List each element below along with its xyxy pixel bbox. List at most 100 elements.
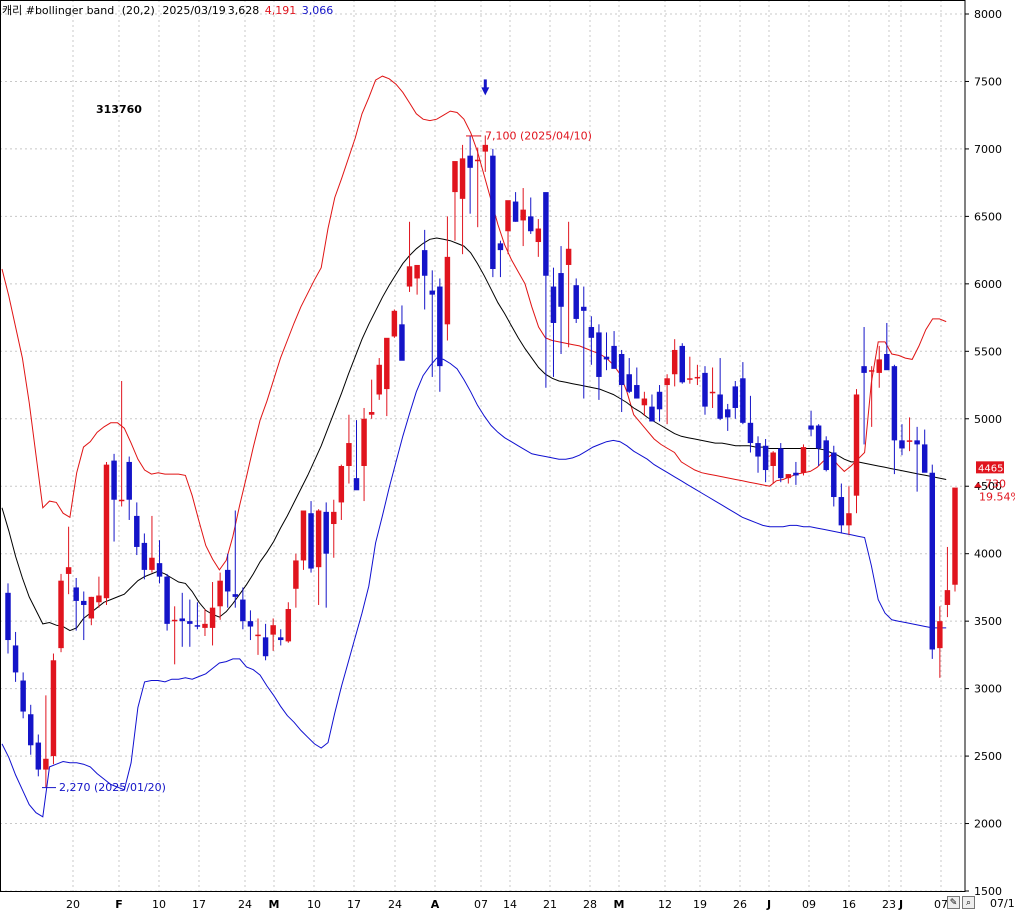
candle-body bbox=[247, 621, 254, 627]
candle-body bbox=[611, 345, 617, 369]
candle-body bbox=[406, 266, 413, 287]
high-label: 7,100 (2025/04/10) bbox=[485, 129, 592, 142]
x-tick-label: M bbox=[614, 898, 625, 911]
candle-body bbox=[232, 594, 239, 597]
candle-body bbox=[452, 161, 458, 193]
candle-body bbox=[73, 587, 79, 601]
candle-body bbox=[285, 609, 292, 642]
candle-body bbox=[315, 510, 322, 568]
candle-body bbox=[740, 378, 746, 423]
candle-body bbox=[384, 337, 390, 390]
zoom-icon[interactable]: ⌕ bbox=[962, 896, 975, 909]
legend-mid: 3,628 bbox=[227, 4, 260, 17]
candle-body bbox=[702, 372, 708, 407]
candle-body bbox=[952, 487, 958, 585]
y-tick-label: 7000 bbox=[974, 143, 1002, 156]
candle-body bbox=[209, 607, 216, 628]
candle-body bbox=[709, 391, 716, 394]
candle-body bbox=[338, 465, 345, 503]
candle-body bbox=[50, 660, 57, 757]
candle-body bbox=[103, 464, 110, 599]
x-tick-label: 09 bbox=[802, 898, 816, 911]
chart-legend: 캐리 #bollinger band (20,2) 2025/03/19 3,62… bbox=[2, 2, 337, 18]
indicator-name: 캐리 #bollinger band bbox=[2, 4, 115, 17]
x-tick-label: 07 bbox=[934, 898, 948, 911]
candle-body bbox=[626, 374, 632, 392]
x-tick-label: 21 bbox=[543, 898, 557, 911]
candle-body bbox=[111, 460, 117, 500]
candle-body bbox=[512, 201, 519, 222]
y-tick-label: 3500 bbox=[974, 615, 1002, 628]
last-price: 4465 bbox=[978, 463, 1003, 474]
x-tick-label: J bbox=[766, 898, 771, 911]
candle-body bbox=[5, 592, 11, 641]
candle-body bbox=[134, 515, 140, 547]
candle-body bbox=[747, 422, 754, 444]
candle-body bbox=[346, 443, 352, 466]
y-tick-label: 2000 bbox=[974, 818, 1002, 831]
stock-code: 313760 bbox=[96, 103, 142, 116]
y-tick-label: 8000 bbox=[974, 8, 1002, 21]
candle-body bbox=[187, 621, 193, 624]
candle-body bbox=[717, 394, 723, 419]
last-change: 730 bbox=[985, 477, 1006, 490]
candle-body bbox=[81, 600, 87, 605]
candle-body bbox=[891, 366, 898, 441]
candle-body bbox=[376, 364, 382, 395]
candle-body bbox=[831, 452, 837, 498]
y-tick-label: 5500 bbox=[974, 345, 1002, 358]
candle-body bbox=[921, 444, 928, 473]
x-tick-label: 14 bbox=[503, 898, 517, 911]
annotations: 7,100 (2025/04/10) 2,270 (2025/01/20) 4465… bbox=[42, 79, 1015, 794]
candle-body bbox=[459, 158, 466, 199]
candle-body bbox=[535, 228, 542, 243]
candle-body bbox=[58, 580, 64, 649]
upper-band-line bbox=[1, 75, 947, 571]
candle-body bbox=[929, 472, 935, 650]
candle-body bbox=[65, 567, 72, 574]
high-marker-stem bbox=[483, 79, 487, 89]
x-tick-label: 10 bbox=[152, 898, 166, 911]
candle-body bbox=[118, 499, 125, 502]
candle-body bbox=[671, 349, 678, 375]
candle-body bbox=[368, 412, 375, 415]
x-tick-label: 19 bbox=[693, 898, 707, 911]
chart-tools: ✎ ⌕ bbox=[947, 896, 975, 909]
y-tick-label: 7500 bbox=[974, 75, 1002, 88]
candle-body bbox=[20, 680, 26, 712]
candle-body bbox=[755, 443, 761, 457]
candle-body bbox=[270, 625, 276, 635]
x-tick-label: 10 bbox=[307, 898, 321, 911]
candle-body bbox=[164, 576, 170, 624]
candle-body bbox=[581, 306, 587, 311]
candle-body bbox=[732, 386, 739, 408]
candle-body bbox=[634, 385, 640, 399]
candle-body bbox=[497, 243, 504, 251]
candle-body bbox=[641, 398, 648, 406]
candle-body bbox=[224, 569, 231, 592]
candle-body bbox=[88, 596, 95, 619]
candle-body bbox=[156, 563, 163, 577]
candle-body bbox=[293, 560, 299, 589]
candle-body bbox=[35, 742, 42, 770]
mid-band-line bbox=[1, 237, 947, 632]
candle-body bbox=[778, 448, 784, 479]
candle-body bbox=[596, 332, 602, 377]
candle-body bbox=[474, 159, 481, 162]
low-label: 2,270 (2025/01/20) bbox=[59, 781, 166, 794]
candle-body bbox=[906, 440, 913, 442]
candle-body bbox=[240, 599, 246, 622]
candle-body bbox=[618, 354, 625, 386]
candle-body bbox=[482, 144, 489, 152]
candle-body bbox=[884, 354, 890, 371]
candle-body bbox=[126, 461, 132, 500]
candle-body bbox=[308, 513, 314, 569]
candle-body bbox=[399, 324, 405, 361]
candle-body bbox=[520, 209, 526, 221]
candle-body bbox=[876, 359, 882, 373]
legend-date: 2025/03/19 bbox=[162, 4, 226, 17]
candle-body bbox=[202, 623, 208, 628]
candle-body bbox=[573, 285, 579, 319]
pencil-icon[interactable]: ✎ bbox=[947, 896, 960, 909]
candle-body bbox=[664, 378, 670, 386]
